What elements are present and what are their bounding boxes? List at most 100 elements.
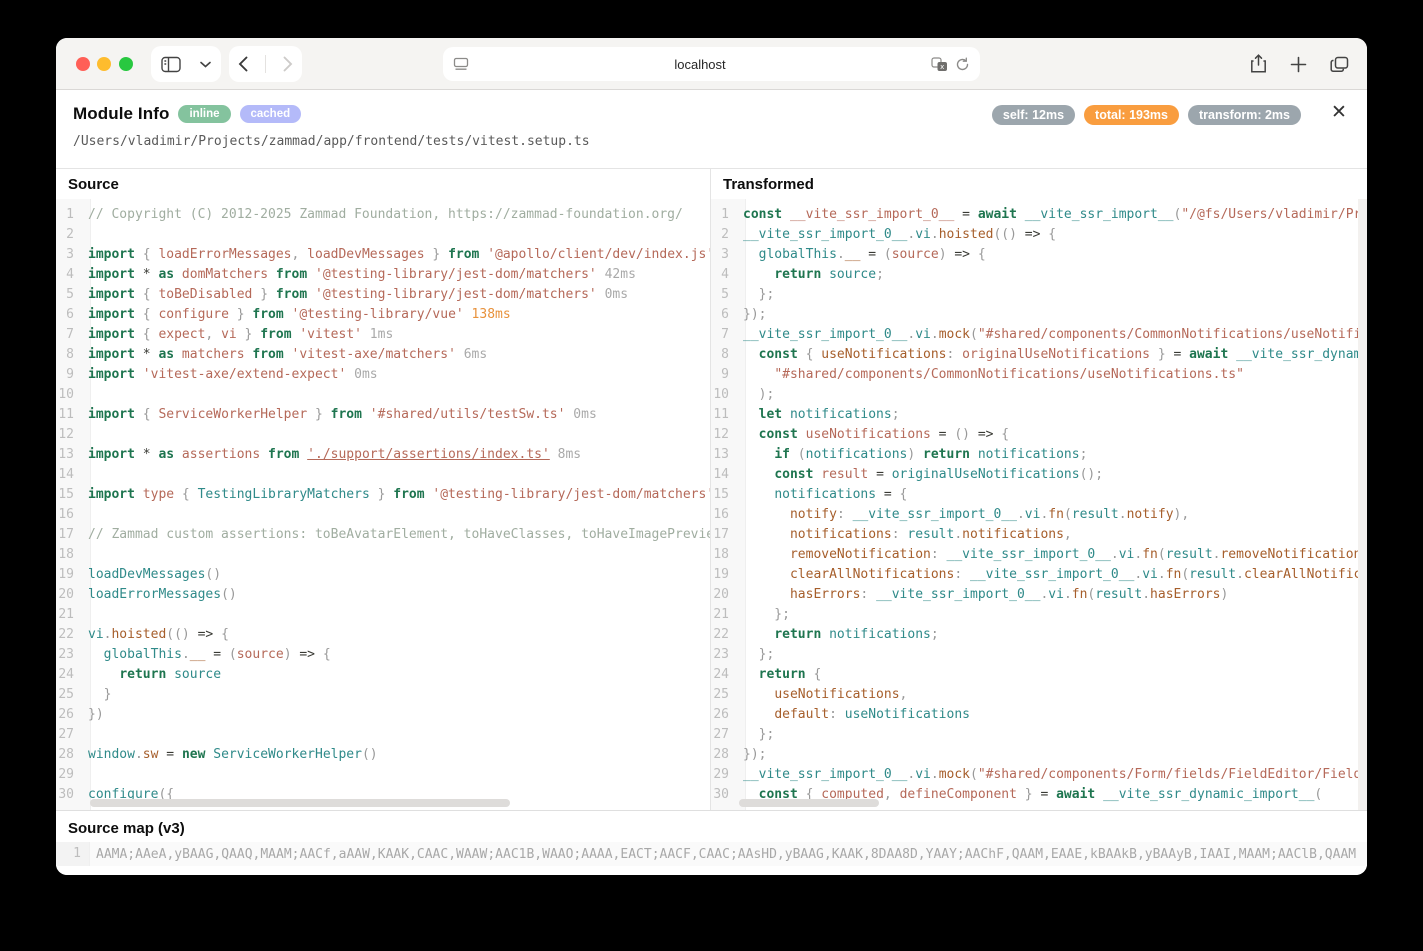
code-line: 8 const { useNotifications: originalUseN… xyxy=(711,345,1367,365)
share-icon[interactable] xyxy=(1250,54,1267,74)
code-line: 24 return source xyxy=(56,665,710,685)
code-line: 10 ); xyxy=(711,385,1367,405)
minimize-window-button[interactable] xyxy=(97,57,111,71)
code-line: 24 return { xyxy=(711,665,1367,685)
code-line: 7__vite_ssr_import_0__.vi.mock("#shared/… xyxy=(711,325,1367,345)
code-line: 3 globalThis.__ = (source) => { xyxy=(711,245,1367,265)
code-line: 21 }; xyxy=(711,605,1367,625)
code-line: 21 xyxy=(56,605,710,625)
code-line: 14 xyxy=(56,465,710,485)
source-horizontal-scrollbar[interactable] xyxy=(90,799,510,807)
code-line: 19loadDevMessages() xyxy=(56,565,710,585)
code-line: 23 }; xyxy=(711,645,1367,665)
code-line: 15import type { TestingLibraryMatchers }… xyxy=(56,485,710,505)
code-line: 20 hasErrors: __vite_ssr_import_0__.vi.f… xyxy=(711,585,1367,605)
code-line: 13 if (notifications) return notificatio… xyxy=(711,445,1367,465)
code-line: 11 let notifications; xyxy=(711,405,1367,425)
code-line: 12 const useNotifications = () => { xyxy=(711,425,1367,445)
code-line: 27 xyxy=(56,725,710,745)
close-window-button[interactable] xyxy=(76,57,90,71)
sourcemap-mappings: AAMA;AAeA,yBAAG,QAAQ,MAAM;AACf,aAAW,KAAK… xyxy=(90,847,1367,862)
nav-divider xyxy=(265,55,266,73)
url-text: localhost xyxy=(469,57,931,72)
transformed-pane: Transformed 1const __vite_ssr_import_0__… xyxy=(711,169,1367,810)
new-tab-icon[interactable] xyxy=(1290,56,1307,73)
nav-buttons-group xyxy=(229,46,302,82)
sidebar-toggle-group xyxy=(151,46,221,82)
code-line: 26 default: useNotifications xyxy=(711,705,1367,725)
code-panes: Source 1// Copyright (C) 2012-2025 Zamma… xyxy=(56,168,1367,810)
code-line: 22vi.hoisted(() => { xyxy=(56,625,710,645)
code-line: 8import * as matchers from 'vitest-axe/m… xyxy=(56,345,710,365)
code-line: 9 "#shared/components/CommonNotification… xyxy=(711,365,1367,385)
code-line: 15 notifications = { xyxy=(711,485,1367,505)
page-title: Module Info xyxy=(73,104,169,124)
transformed-vertical-scrollbar[interactable] xyxy=(1358,199,1367,810)
code-line: 18 xyxy=(56,545,710,565)
sidebar-icon[interactable] xyxy=(161,56,181,73)
code-line: 1// Copyright (C) 2012-2025 Zammad Found… xyxy=(56,205,710,225)
code-line: 19 clearAllNotifications: __vite_ssr_imp… xyxy=(711,565,1367,585)
code-line: 3import { loadErrorMessages, loadDevMess… xyxy=(56,245,710,265)
module-info-header: Module Info inline cached self: 12ms tot… xyxy=(56,91,1367,168)
page-icon xyxy=(453,57,469,71)
code-line: 23 globalThis.__ = (source) => { xyxy=(56,645,710,665)
code-line: 26}) xyxy=(56,705,710,725)
transformed-pane-title: Transformed xyxy=(711,169,1367,199)
source-code-view[interactable]: 1// Copyright (C) 2012-2025 Zammad Found… xyxy=(56,199,710,810)
code-line: 5import { toBeDisabled } from '@testing-… xyxy=(56,285,710,305)
translate-icon[interactable]: x xyxy=(931,57,948,72)
sourcemap-line: 1 AAMA;AAeA,yBAAG,QAAQ,MAAM;AACf,aAAW,KA… xyxy=(56,842,1367,866)
tab-overview-icon[interactable] xyxy=(1330,56,1349,73)
code-line: 6}); xyxy=(711,305,1367,325)
close-icon[interactable]: ✕ xyxy=(1327,100,1351,124)
code-line: 5 }; xyxy=(711,285,1367,305)
code-line: 14 const result = originalUseNotificatio… xyxy=(711,465,1367,485)
code-line: 13import * as assertions from './support… xyxy=(56,445,710,465)
code-line: 2__vite_ssr_import_0__.vi.hoisted(() => … xyxy=(711,225,1367,245)
browser-toolbar: localhost x xyxy=(56,38,1367,90)
code-line: 4 return source; xyxy=(711,265,1367,285)
chevron-down-icon[interactable] xyxy=(200,61,211,68)
self-time-badge: self: 12ms xyxy=(992,105,1075,125)
back-button[interactable] xyxy=(238,56,248,72)
code-line: 12 xyxy=(56,425,710,445)
code-line: 11import { ServiceWorkerHelper } from '#… xyxy=(56,405,710,425)
code-line: 17 notifications: result.notifications, xyxy=(711,525,1367,545)
code-line: 25 useNotifications, xyxy=(711,685,1367,705)
sourcemap-title: Source map (v3) xyxy=(56,811,1367,842)
code-line: 6import { configure } from '@testing-lib… xyxy=(56,305,710,325)
reload-icon[interactable] xyxy=(955,57,970,72)
code-line: 28}); xyxy=(711,745,1367,765)
transformed-code-view[interactable]: 1const __vite_ssr_import_0__ = await __v… xyxy=(711,199,1367,810)
code-line: 18 removeNotification: __vite_ssr_import… xyxy=(711,545,1367,565)
zoom-window-button[interactable] xyxy=(119,57,133,71)
address-bar[interactable]: localhost x xyxy=(443,47,980,81)
inline-badge: inline xyxy=(178,105,230,123)
code-line: 22 return notifications; xyxy=(711,625,1367,645)
source-pane: Source 1// Copyright (C) 2012-2025 Zamma… xyxy=(56,169,711,810)
browser-window: localhost x xyxy=(56,38,1367,875)
code-line: 28window.sw = new ServiceWorkerHelper() xyxy=(56,745,710,765)
code-line: 1const __vite_ssr_import_0__ = await __v… xyxy=(711,205,1367,225)
code-line: 16 notify: __vite_ssr_import_0__.vi.fn(r… xyxy=(711,505,1367,525)
sourcemap-section: Source map (v3) 1 AAMA;AAeA,yBAAG,QAAQ,M… xyxy=(56,810,1367,875)
code-line: 27 }; xyxy=(711,725,1367,745)
module-file-path: /Users/vladimir/Projects/zammad/app/fron… xyxy=(73,134,590,149)
svg-text:x: x xyxy=(940,63,944,71)
code-line: 25 } xyxy=(56,685,710,705)
code-line: 20loadErrorMessages() xyxy=(56,585,710,605)
timing-stats: self: 12ms total: 193ms transform: 2ms xyxy=(992,105,1301,125)
code-line: 2 xyxy=(56,225,710,245)
code-line: 4import * as domMatchers from '@testing-… xyxy=(56,265,710,285)
code-line: 16 xyxy=(56,505,710,525)
transformed-horizontal-scrollbar[interactable] xyxy=(739,799,879,807)
total-time-badge: total: 193ms xyxy=(1084,105,1179,125)
source-pane-title: Source xyxy=(56,169,710,199)
code-line: 29__vite_ssr_import_0__.vi.mock("#shared… xyxy=(711,765,1367,785)
code-line: 29 xyxy=(56,765,710,785)
code-line: 7import { expect, vi } from 'vitest' 1ms xyxy=(56,325,710,345)
code-line: 10 xyxy=(56,385,710,405)
sourcemap-line-number: 1 xyxy=(56,842,90,866)
forward-button[interactable] xyxy=(283,56,293,72)
